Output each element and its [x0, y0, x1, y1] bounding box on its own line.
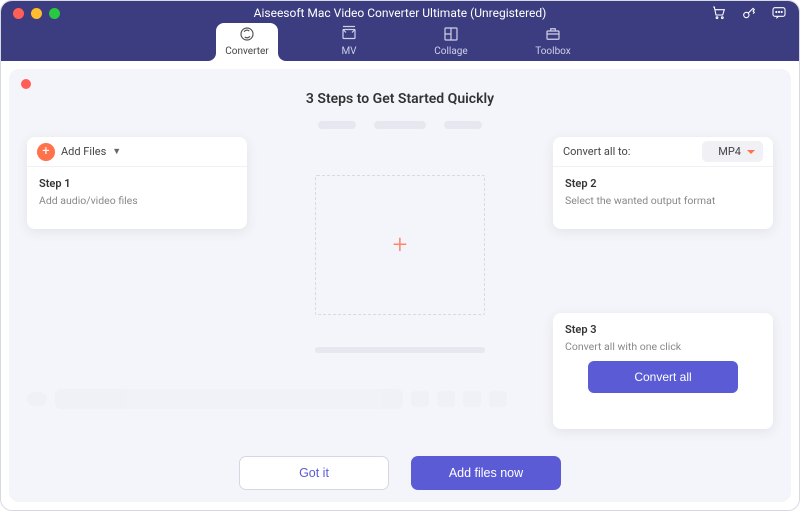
ghost-item: [27, 392, 47, 406]
toolbox-icon: [543, 25, 563, 47]
ghost-toolbar: [27, 121, 773, 129]
got-it-button[interactable]: Got it: [239, 456, 389, 490]
convert-all-to-label: Convert all to:: [563, 145, 630, 158]
add-files-now-label: Add files now: [449, 466, 523, 480]
tab-converter-label: Converter: [225, 47, 268, 57]
tab-bar: Converter MV Collage: [1, 23, 799, 61]
mv-icon: [339, 25, 359, 47]
tab-collage-label: Collage: [434, 47, 467, 57]
tab-collage[interactable]: Collage: [420, 23, 482, 61]
tab-mv-label: MV: [341, 47, 356, 57]
maximize-icon[interactable]: [49, 8, 60, 19]
tab-toolbox-label: Toolbox: [535, 47, 571, 57]
ghost-item: [437, 391, 455, 407]
tab-converter[interactable]: Converter: [216, 23, 278, 61]
convert-all-label: Convert all: [634, 370, 691, 384]
step2-label: Step 2: [565, 177, 761, 190]
onboarding-title: 3 Steps to Get Started Quickly: [27, 91, 773, 107]
add-files-now-button[interactable]: Add files now: [411, 456, 561, 490]
titlebar: Aiseesoft Mac Video Converter Ultimate (…: [1, 1, 799, 61]
step3-description: Convert all with one click: [565, 340, 761, 353]
close-onboarding-icon[interactable]: [21, 79, 31, 89]
cart-icon[interactable]: [711, 5, 727, 21]
ghost-progress: [315, 347, 485, 353]
ghost-pill: [374, 121, 426, 129]
step1-description: Add audio/video files: [39, 194, 235, 207]
onboarding-footer: Got it Add files now: [9, 456, 791, 490]
add-plus-icon: +: [393, 230, 408, 260]
chevron-down-icon: ▼: [112, 146, 121, 157]
step2-description: Select the wanted output format: [565, 194, 761, 207]
converter-icon: [237, 25, 257, 47]
add-files-label: Add Files: [61, 145, 106, 158]
step1-label: Step 1: [39, 177, 235, 190]
window-title: Aiseesoft Mac Video Converter Ultimate (…: [1, 6, 799, 20]
ghost-bottom-toolbar: [27, 389, 507, 409]
collage-icon: [441, 25, 461, 47]
tab-mv[interactable]: MV: [318, 23, 380, 61]
drop-zone[interactable]: +: [315, 175, 485, 315]
ghost-item: [463, 391, 481, 407]
window-controls: [13, 8, 60, 19]
feedback-icon[interactable]: [771, 5, 787, 21]
ghost-item: [411, 391, 429, 407]
tab-toolbox[interactable]: Toolbox: [522, 23, 584, 61]
ghost-item: [489, 391, 507, 407]
output-format-value: MP4: [718, 145, 741, 158]
step3-label: Step 3: [565, 323, 761, 336]
minimize-icon[interactable]: [31, 8, 42, 19]
add-files-button[interactable]: + Add Files ▼: [37, 143, 121, 161]
plus-icon: +: [37, 143, 55, 161]
convert-all-button[interactable]: Convert all: [588, 361, 738, 393]
app-window: Aiseesoft Mac Video Converter Ultimate (…: [0, 0, 800, 511]
ghost-item: [55, 389, 403, 409]
step2-card: Convert all to: MP4 Step 2 Select the wa…: [553, 137, 773, 229]
output-format-select[interactable]: MP4: [702, 141, 763, 162]
ghost-pill: [444, 121, 482, 129]
ghost-pill: [318, 121, 356, 129]
step1-card: + Add Files ▼ Step 1 Add audio/video fil…: [27, 137, 247, 229]
content-area: 3 Steps to Get Started Quickly + Add Fil…: [1, 61, 799, 510]
onboarding-overlay: 3 Steps to Get Started Quickly + Add Fil…: [9, 69, 791, 502]
got-it-label: Got it: [299, 466, 329, 480]
key-icon[interactable]: [741, 5, 757, 21]
close-icon[interactable]: [13, 8, 24, 19]
step3-card: Step 3 Convert all with one click Conver…: [553, 313, 773, 429]
